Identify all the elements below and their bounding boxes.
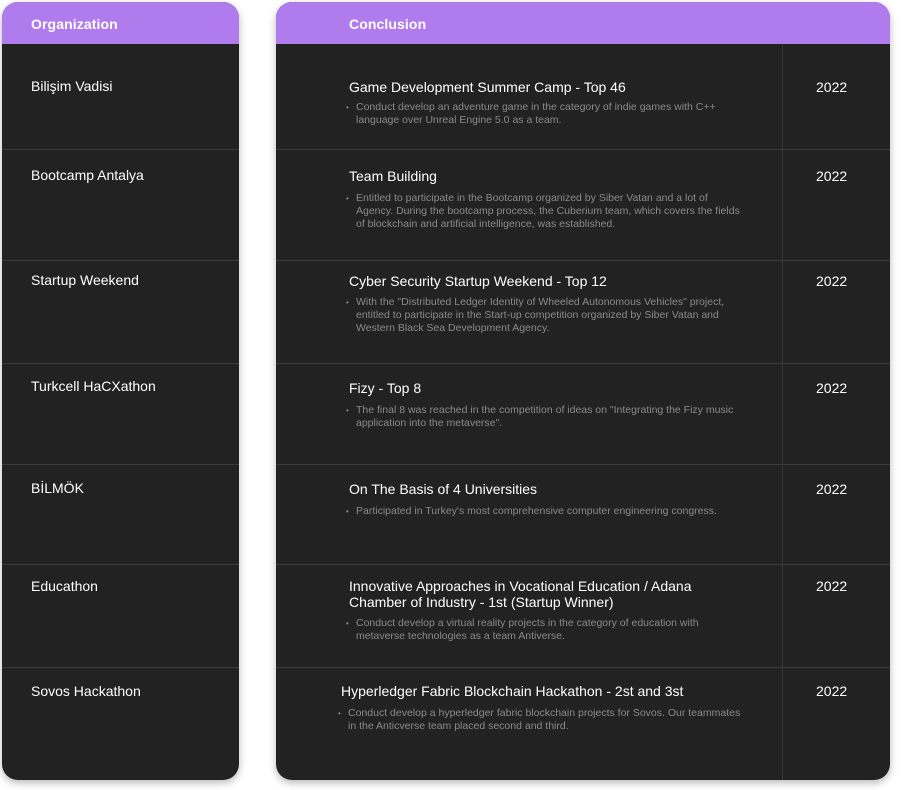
organization-row: Startup Weekend bbox=[2, 260, 239, 364]
organization-row: Educathon bbox=[2, 564, 239, 668]
conclusion-row: Game Development Summer Camp - Top 46 Co… bbox=[276, 44, 890, 149]
conclusion-title: Game Development Summer Camp - Top 46 bbox=[349, 79, 626, 95]
organization-row: Bilişim Vadisi bbox=[2, 44, 239, 149]
conclusion-title: Hyperledger Fabric Blockchain Hackathon … bbox=[341, 683, 684, 699]
conclusion-column: Conclusion Game Development Summer Camp … bbox=[276, 2, 890, 780]
organization-name: Turkcell HaCXathon bbox=[31, 378, 156, 394]
conclusion-header-label: Conclusion bbox=[349, 16, 427, 32]
conclusion-title: Fizy - Top 8 bbox=[349, 380, 422, 396]
conclusion-year: 2022 bbox=[816, 683, 848, 699]
conclusion-description: Conduct develop a virtual reality projec… bbox=[346, 617, 736, 643]
conclusion-year: 2022 bbox=[816, 273, 848, 289]
organization-row: BİLMÖK bbox=[2, 464, 239, 565]
conclusion-description: Conduct develop an adventure game in the… bbox=[346, 101, 751, 127]
conclusion-year: 2022 bbox=[816, 168, 848, 184]
conclusion-row: Innovative Approaches in Vocational Educ… bbox=[276, 564, 890, 668]
organization-header-label: Organization bbox=[31, 16, 118, 32]
conclusion-row: Cyber Security Startup Weekend - Top 12 … bbox=[276, 260, 890, 364]
conclusion-row: Hyperledger Fabric Blockchain Hackathon … bbox=[276, 667, 890, 780]
conclusion-row: On The Basis of 4 Universities Participa… bbox=[276, 464, 890, 565]
conclusion-description: Entitled to participate in the Bootcamp … bbox=[346, 192, 741, 231]
conclusion-title: Cyber Security Startup Weekend - Top 12 bbox=[349, 273, 607, 289]
organization-row: Turkcell HaCXathon bbox=[2, 363, 239, 465]
organization-name: Bootcamp Antalya bbox=[31, 167, 144, 183]
conclusion-year: 2022 bbox=[816, 380, 848, 396]
organization-name: Bilişim Vadisi bbox=[31, 78, 113, 94]
organization-name: Startup Weekend bbox=[31, 272, 139, 288]
conclusion-year: 2022 bbox=[816, 481, 848, 497]
organization-name: BİLMÖK bbox=[31, 480, 84, 496]
conclusion-row: Fizy - Top 8 The final 8 was reached in … bbox=[276, 363, 890, 465]
conclusion-description: The final 8 was reached in the competiti… bbox=[346, 404, 741, 430]
organization-name: Sovos Hackathon bbox=[31, 683, 141, 699]
conclusion-header: Conclusion bbox=[276, 2, 890, 44]
conclusion-description: Conduct develop a hyperledger fabric blo… bbox=[338, 707, 743, 733]
organization-row: Sovos Hackathon bbox=[2, 667, 239, 780]
conclusion-row: Team Building Entitled to participate in… bbox=[276, 149, 890, 261]
conclusion-title: Innovative Approaches in Vocational Educ… bbox=[349, 578, 692, 610]
conclusion-year: 2022 bbox=[816, 79, 848, 95]
organization-name: Educathon bbox=[31, 578, 98, 594]
organization-row: Bootcamp Antalya bbox=[2, 149, 239, 261]
conclusion-description: Participated in Turkey's most comprehens… bbox=[346, 505, 731, 518]
organization-column: Organization Bilişim Vadisi Bootcamp Ant… bbox=[2, 2, 239, 780]
conclusion-title: On The Basis of 4 Universities bbox=[349, 481, 538, 497]
conclusion-year: 2022 bbox=[816, 578, 848, 594]
organization-header: Organization bbox=[2, 2, 239, 44]
conclusion-description: With the "Distributed Ledger Identity of… bbox=[346, 296, 741, 335]
conclusion-title: Team Building bbox=[349, 168, 437, 184]
